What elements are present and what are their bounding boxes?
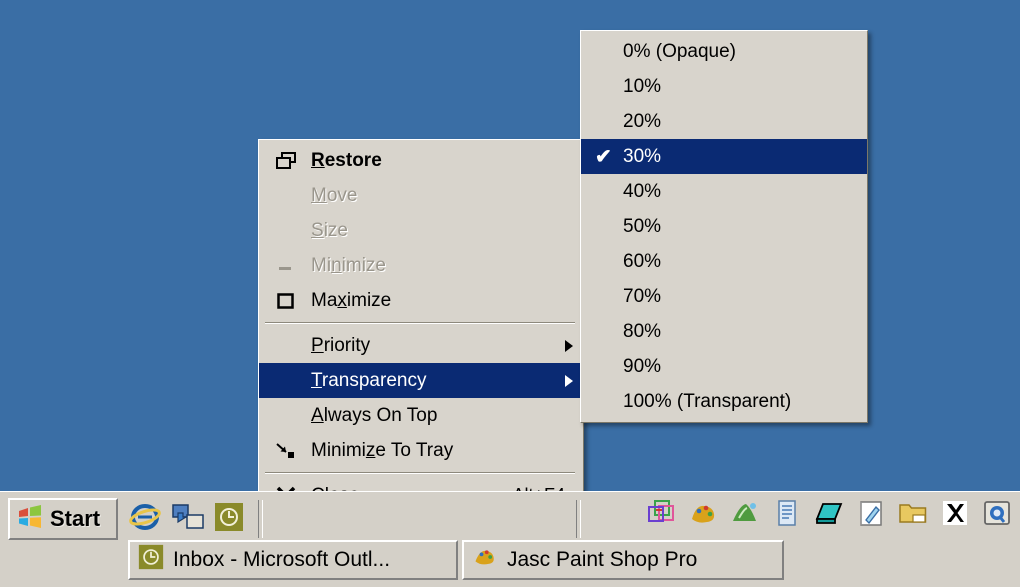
- start-button[interactable]: Start: [8, 498, 118, 540]
- system-tray: [646, 498, 1012, 528]
- show-desktop-icon[interactable]: [172, 502, 204, 537]
- menu-item-minimize-to-tray[interactable]: Minimize To Tray: [259, 433, 583, 468]
- minimize-icon: [275, 255, 297, 277]
- menu-separator: [265, 322, 575, 324]
- menu-item-maximize[interactable]: Maximize: [259, 283, 583, 318]
- submenu-item-label: 0% (Opaque): [623, 40, 737, 62]
- taskbar-button-outlook[interactable]: Inbox - Microsoft Outl...: [128, 540, 458, 580]
- submenu-item-label: 40%: [623, 180, 662, 202]
- menu-item-label: Minimize: [311, 254, 386, 276]
- submenu-item-100[interactable]: 100% (Transparent): [581, 384, 867, 419]
- taskbar-divider: [258, 500, 263, 538]
- taskbar-button-label: Inbox - Microsoft Outl...: [173, 548, 391, 571]
- internet-explorer-icon[interactable]: [128, 500, 162, 539]
- menu-item-label: Priority: [311, 334, 371, 356]
- submenu-item-label: 100% (Transparent): [623, 390, 792, 412]
- menu-item-label: Restore: [311, 149, 382, 171]
- outlook-icon: [138, 544, 164, 576]
- menu-item-restore[interactable]: Restore: [259, 143, 583, 178]
- window-layers-icon[interactable]: [646, 498, 676, 528]
- submenu-item-label: 50%: [623, 215, 662, 237]
- menu-item-label: Move: [311, 184, 358, 206]
- document-blue-icon[interactable]: [772, 498, 802, 528]
- menu-item-move: Move: [259, 178, 583, 213]
- menu-item-label: Transparency: [311, 369, 427, 391]
- folder-icon[interactable]: [898, 498, 928, 528]
- menu-item-priority[interactable]: Priority: [259, 328, 583, 363]
- submenu-item-label: 70%: [623, 285, 662, 307]
- paintshop-tray-icon[interactable]: [688, 498, 718, 528]
- submenu-item-40[interactable]: 40%: [581, 174, 867, 209]
- submenu-item-60[interactable]: 60%: [581, 244, 867, 279]
- tray-divider: [576, 500, 581, 538]
- menu-item-label: Minimize To Tray: [311, 439, 454, 461]
- submenu-item-label: 60%: [623, 250, 662, 272]
- checkmark-icon: ✔: [595, 145, 612, 168]
- menu-item-transparency[interactable]: Transparency: [259, 363, 583, 398]
- submenu-item-0[interactable]: 0% (Opaque): [581, 34, 867, 69]
- submenu-item-30[interactable]: ✔ 30%: [581, 139, 867, 174]
- outlook-icon[interactable]: [214, 502, 244, 537]
- submenu-item-20[interactable]: 20%: [581, 104, 867, 139]
- monitor-icon[interactable]: [982, 498, 1012, 528]
- chevron-right-icon: [565, 374, 573, 387]
- menu-item-label: Always On Top: [311, 404, 438, 426]
- paintshop-icon: [472, 544, 498, 576]
- menu-item-label: Size: [311, 219, 348, 241]
- chevron-right-icon: [565, 339, 573, 352]
- submenu-item-label: 80%: [623, 320, 662, 342]
- transparency-submenu[interactable]: 0% (Opaque) 10% 20% ✔ 30% 40% 50% 60% 70…: [580, 30, 868, 423]
- menu-separator: [265, 472, 575, 474]
- minimize-to-tray-icon: [275, 440, 297, 462]
- start-button-label: Start: [50, 506, 101, 531]
- taskbar-button-paintshop[interactable]: Jasc Paint Shop Pro: [462, 540, 784, 580]
- quick-launch-bar: [128, 500, 244, 539]
- maximize-icon: [275, 290, 297, 312]
- teal-book-icon[interactable]: [814, 498, 844, 528]
- x-black-icon[interactable]: [940, 498, 970, 528]
- windows-logo-icon: [17, 504, 43, 534]
- submenu-item-label: 30%: [623, 145, 662, 167]
- network-globe-icon[interactable]: [730, 498, 760, 528]
- taskbar-button-label: Jasc Paint Shop Pro: [507, 548, 698, 571]
- submenu-item-label: 10%: [623, 75, 662, 97]
- menu-item-always-on-top[interactable]: Always On Top: [259, 398, 583, 433]
- window-system-menu[interactable]: Restore Move Size Minimize Maximize Prio…: [258, 139, 584, 517]
- submenu-item-50[interactable]: 50%: [581, 209, 867, 244]
- notepad-pencil-icon[interactable]: [856, 498, 886, 528]
- submenu-item-90[interactable]: 90%: [581, 349, 867, 384]
- restore-icon: [275, 150, 297, 172]
- submenu-item-10[interactable]: 10%: [581, 69, 867, 104]
- submenu-item-80[interactable]: 80%: [581, 314, 867, 349]
- menu-item-minimize: Minimize: [259, 248, 583, 283]
- menu-item-label: Maximize: [311, 289, 392, 311]
- submenu-item-label: 90%: [623, 355, 662, 377]
- taskbar: Start Inbox - Microsoft Outl... Jasc Pai…: [0, 491, 1020, 587]
- menu-item-size: Size: [259, 213, 583, 248]
- submenu-item-label: 20%: [623, 110, 662, 132]
- submenu-item-70[interactable]: 70%: [581, 279, 867, 314]
